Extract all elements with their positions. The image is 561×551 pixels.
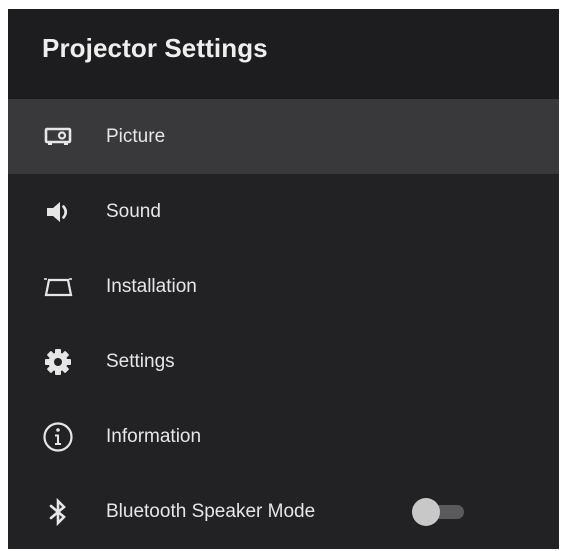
header: Projector Settings xyxy=(8,9,559,99)
bluetooth-speaker-toggle[interactable] xyxy=(412,497,466,526)
bluetooth-icon xyxy=(41,495,75,529)
gear-icon xyxy=(41,345,75,379)
toggle-knob xyxy=(412,497,440,526)
menu-item-settings[interactable]: Settings xyxy=(8,324,559,399)
settings-menu: Picture Sound Installation Settings Info… xyxy=(8,99,559,549)
menu-item-label: Sound xyxy=(106,200,161,222)
menu-item-label: Installation xyxy=(106,275,197,297)
keystone-icon xyxy=(41,270,75,304)
settings-panel: Projector Settings Picture Sound Install… xyxy=(8,9,559,549)
page-title: Projector Settings xyxy=(42,33,268,63)
speaker-icon xyxy=(41,195,75,229)
menu-item-label: Settings xyxy=(106,350,175,372)
menu-item-label: Picture xyxy=(106,125,166,147)
menu-item-sound[interactable]: Sound xyxy=(8,174,559,249)
info-icon xyxy=(41,420,75,454)
menu-item-bluetooth-speaker-mode[interactable]: Bluetooth Speaker Mode xyxy=(8,474,559,549)
menu-item-picture[interactable]: Picture xyxy=(8,99,559,174)
menu-item-label: Information xyxy=(106,425,202,447)
projector-icon xyxy=(41,120,75,154)
menu-item-installation[interactable]: Installation xyxy=(8,249,559,324)
menu-item-label: Bluetooth Speaker Mode xyxy=(106,500,316,522)
menu-item-information[interactable]: Information xyxy=(8,399,559,474)
